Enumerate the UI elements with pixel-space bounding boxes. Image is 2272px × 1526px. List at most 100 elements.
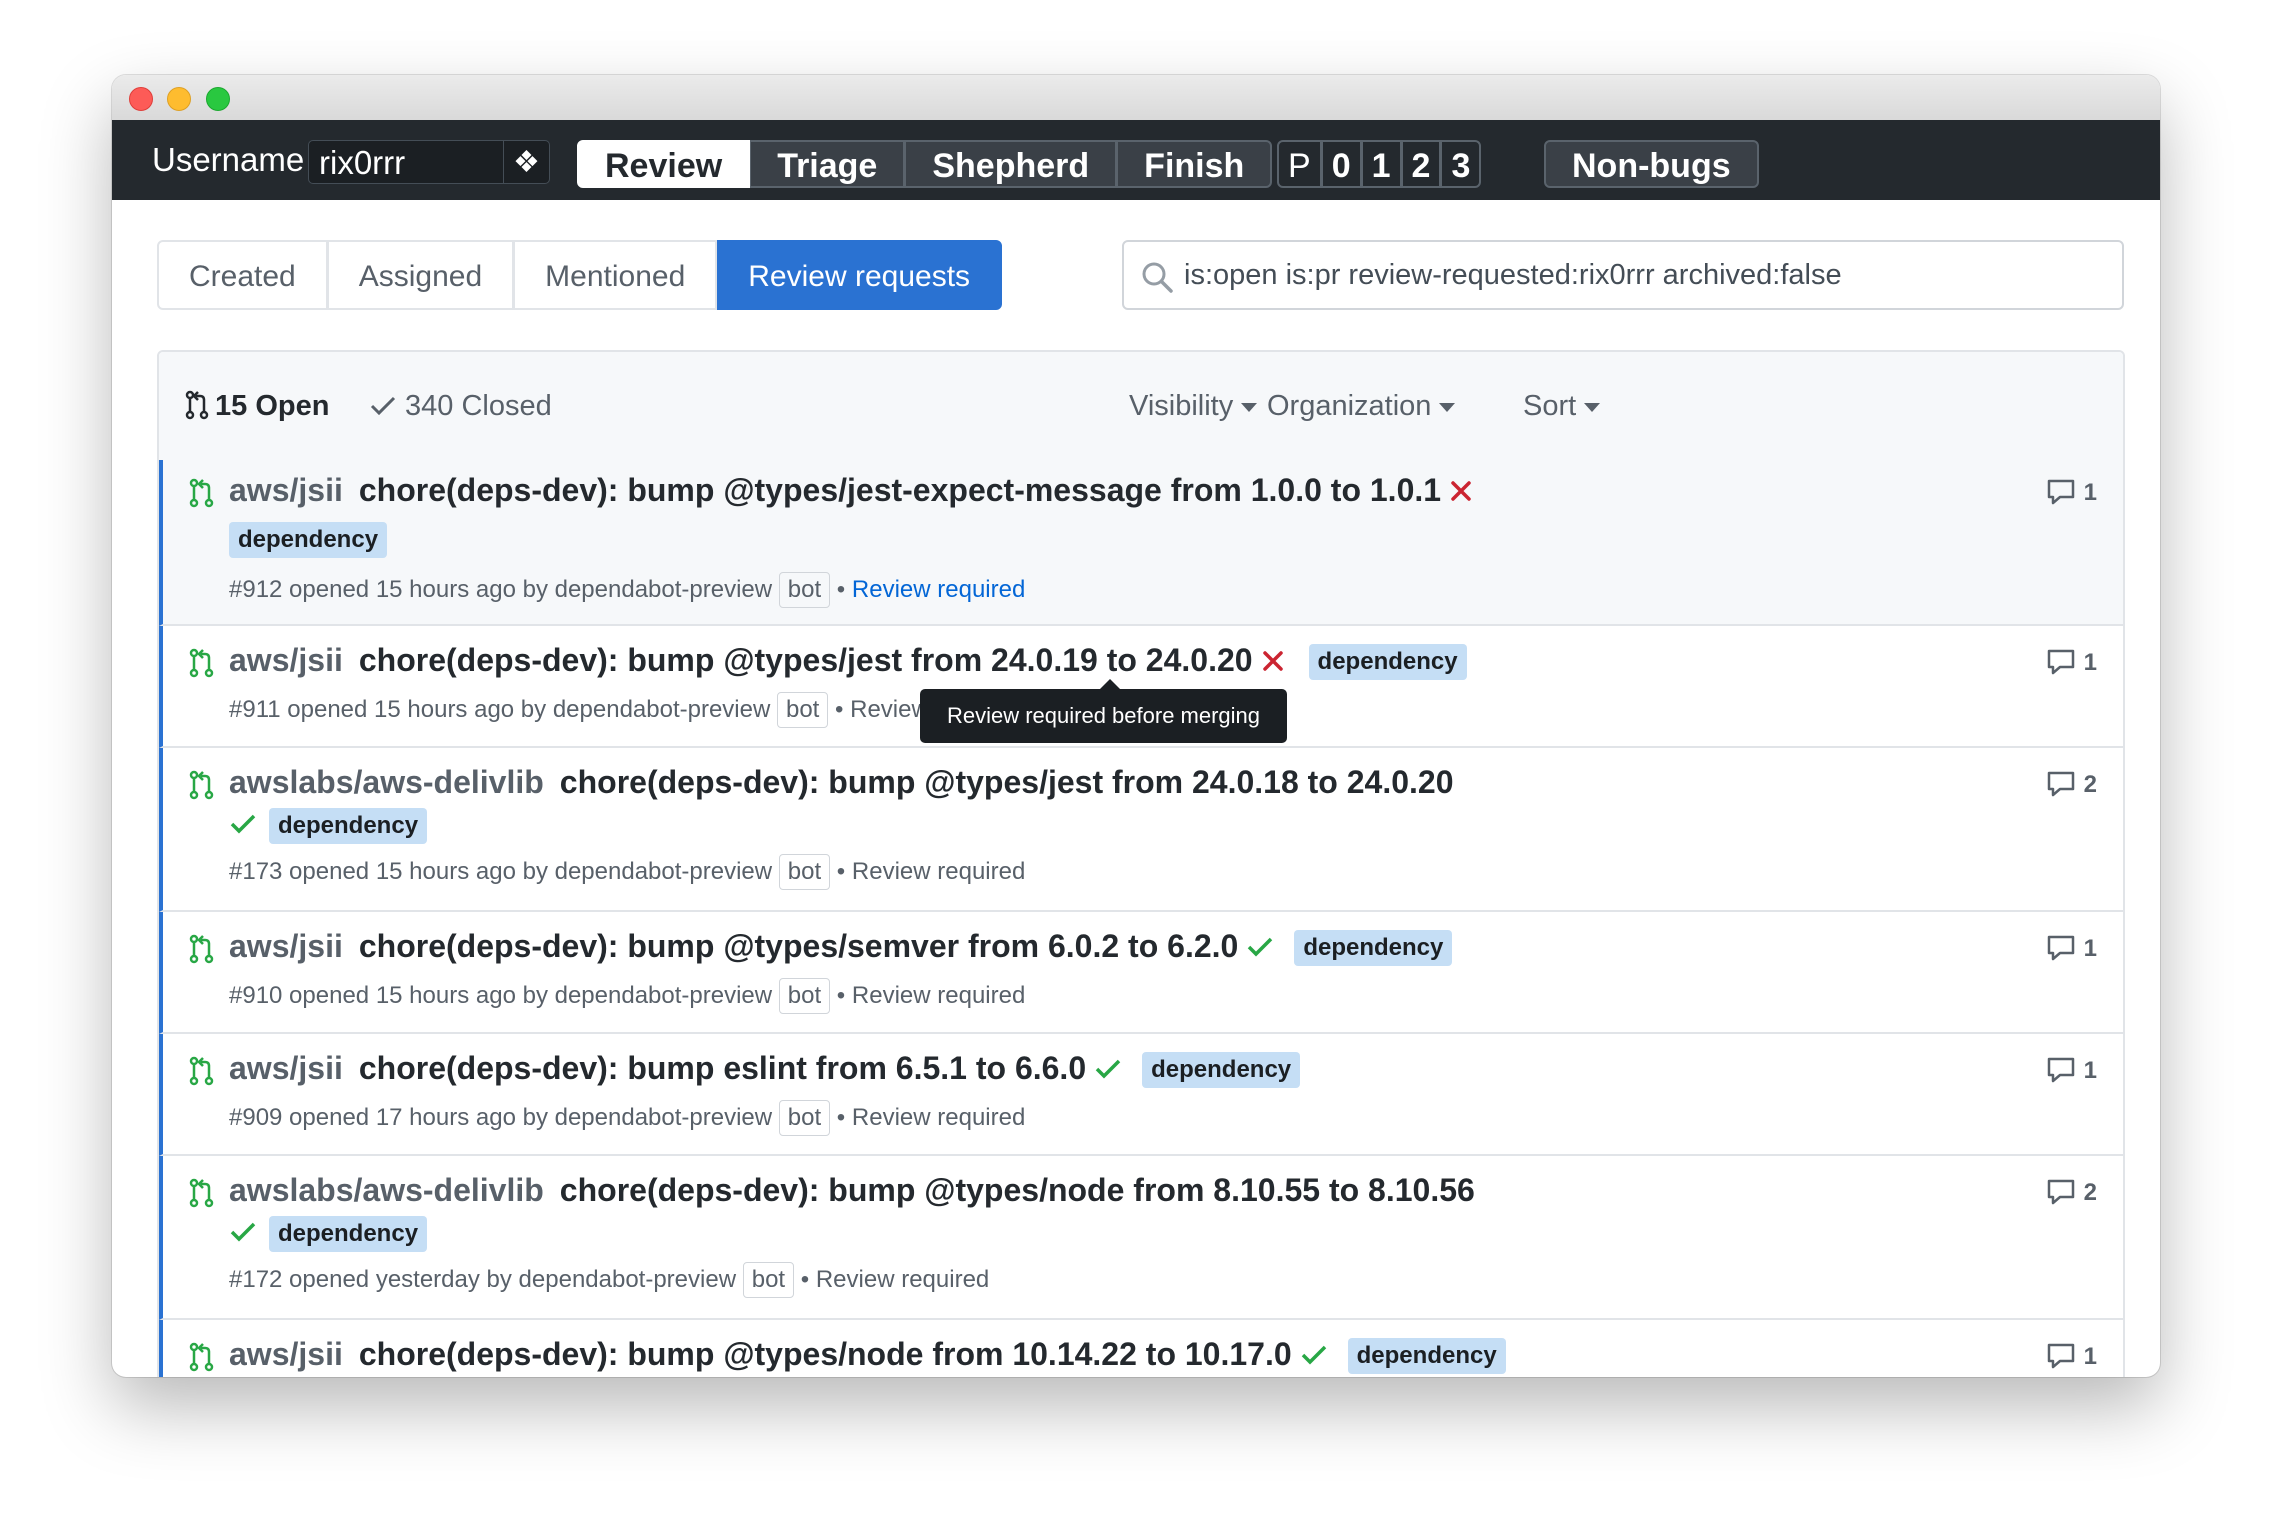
comment-count[interactable]: 1	[2046, 1056, 2097, 1085]
visibility-dropdown[interactable]: Visibility	[1129, 352, 1258, 460]
repo-link[interactable]: awslabs/aws-delivlib	[229, 764, 544, 801]
pr-meta-text: #173 opened 15 hours ago by dependabot-p…	[229, 858, 773, 885]
comment-icon	[2047, 935, 2074, 961]
diamond-icon[interactable]: ❖	[504, 140, 550, 184]
comment-count-value: 1	[2083, 1343, 2097, 1370]
comment-count-value: 1	[2083, 479, 2097, 506]
pr-title-link[interactable]: chore(deps-dev): bump @types/node from 8…	[560, 1172, 1475, 1209]
pr-meta: #173 opened 15 hours ago by dependabot-p…	[229, 854, 1025, 890]
comment-icon	[2047, 479, 2074, 505]
nonbugs-button[interactable]: Non-bugs	[1544, 140, 1759, 188]
bot-badge: bot	[742, 1262, 795, 1298]
comment-count[interactable]: 2	[2046, 770, 2097, 799]
ci-status[interactable]	[229, 812, 257, 841]
comment-count[interactable]: 1	[2046, 1342, 2097, 1371]
dependency-label[interactable]: dependency	[269, 808, 428, 844]
priority-3-button[interactable]: 3	[1441, 140, 1482, 188]
pr-meta: #910 opened 15 hours ago by dependabot-p…	[229, 978, 1025, 1014]
ci-status[interactable]	[229, 1220, 257, 1249]
pr-open-icon	[189, 770, 215, 805]
comment-count[interactable]: 2	[2046, 1178, 2097, 1207]
search-icon	[1142, 262, 1173, 293]
priority-filter: P 0 1 2 3	[1277, 140, 1482, 188]
minimize-window-button[interactable]	[167, 87, 191, 111]
priority-1-button[interactable]: 1	[1361, 140, 1402, 188]
tab-review-requests[interactable]: Review requests	[717, 240, 1003, 310]
ci-status[interactable]	[1449, 479, 1473, 508]
pr-row[interactable]: aws/jsii chore(deps-dev): bump @types/nod…	[159, 1320, 2123, 1377]
review-status-link[interactable]: Review required	[852, 858, 1025, 885]
pr-row[interactable]: awslabs/aws-delivlib chore(deps-dev): bum…	[159, 748, 2123, 912]
repo-link[interactable]: aws/jsii	[229, 1050, 343, 1087]
organization-dropdown[interactable]: Organization	[1267, 352, 1456, 460]
search-input[interactable]: is:open is:pr review-requested:rix0rrr a…	[1122, 240, 2124, 310]
repo-link[interactable]: awslabs/aws-delivlib	[229, 1172, 544, 1209]
app-window: Username rix0rrr ❖ Review Triage Shepher…	[112, 75, 2160, 1377]
check-icon	[370, 396, 396, 416]
tab-created[interactable]: Created	[157, 240, 328, 310]
pr-row[interactable]: aws/jsii chore(deps-dev): bump @types/sem…	[159, 912, 2123, 1034]
mode-triage-button[interactable]: Triage	[750, 140, 906, 188]
repo-link[interactable]: aws/jsii	[229, 928, 343, 965]
success-check-icon	[1095, 1059, 1121, 1079]
search-query: is:open is:pr review-requested:rix0rrr a…	[1184, 259, 1842, 291]
dependency-label[interactable]: dependency	[269, 1216, 428, 1252]
pr-row[interactable]: aws/jsii chore(deps-dev): bump eslint fro…	[159, 1034, 2123, 1156]
priority-2-button[interactable]: 2	[1401, 140, 1442, 188]
pr-row[interactable]: aws/jsii chore(deps-dev): bump @types/jes…	[159, 460, 2123, 626]
review-status-link[interactable]: Review required	[816, 1266, 989, 1293]
pr-meta: #912 opened 15 hours ago by dependabot-p…	[229, 572, 1025, 608]
dependency-label[interactable]: dependency	[1308, 644, 1467, 680]
pr-list: 15 Open 340 Closed Visibility Organizati…	[157, 350, 2125, 1377]
repo-link[interactable]: aws/jsii	[229, 642, 343, 679]
sort-dropdown[interactable]: Sort	[1523, 352, 1601, 460]
dependency-label[interactable]: dependency	[1347, 1338, 1506, 1374]
ci-status[interactable]	[1094, 1057, 1122, 1086]
pr-title-link[interactable]: chore(deps-dev): bump @types/node from 1…	[359, 1336, 1292, 1373]
open-count[interactable]: 15 Open	[185, 352, 329, 460]
priority-label: P	[1277, 140, 1322, 188]
closed-count[interactable]: 340 Closed	[369, 352, 552, 460]
ci-status[interactable]	[1246, 935, 1274, 964]
comment-count[interactable]: 1	[2046, 478, 2097, 507]
closed-count-label: 340 Closed	[405, 390, 552, 422]
mode-review-button[interactable]: Review	[577, 140, 751, 188]
pr-title-link[interactable]: chore(deps-dev): bump eslint from 6.5.1 …	[359, 1050, 1086, 1087]
pr-meta: #909 opened 17 hours ago by dependabot-p…	[229, 1100, 1025, 1136]
pr-meta-text: #909 opened 17 hours ago by dependabot-p…	[229, 1104, 773, 1131]
pr-title-link[interactable]: chore(deps-dev): bump @types/jest from 2…	[359, 642, 1253, 679]
pr-row[interactable]: awslabs/aws-delivlib chore(deps-dev): bum…	[159, 1156, 2123, 1320]
comment-count-value: 2	[2083, 771, 2097, 798]
review-status-link[interactable]: Review required	[852, 982, 1025, 1009]
dependency-label[interactable]: dependency	[1294, 930, 1453, 966]
comment-count[interactable]: 1	[2046, 934, 2097, 963]
review-tooltip: Review required before merging	[920, 679, 1287, 743]
comment-count[interactable]: 1	[2046, 648, 2097, 677]
pr-title-link[interactable]: chore(deps-dev): bump @types/jest-expect…	[359, 472, 1441, 509]
tab-mentioned[interactable]: Mentioned	[514, 240, 718, 310]
priority-0-button[interactable]: 0	[1321, 140, 1362, 188]
dependency-label[interactable]: dependency	[229, 522, 388, 558]
pr-meta-text: #912 opened 15 hours ago by dependabot-p…	[229, 576, 773, 603]
repo-link[interactable]: aws/jsii	[229, 1336, 343, 1373]
review-status-link[interactable]: Review required	[852, 576, 1025, 603]
bot-badge: bot	[778, 978, 831, 1014]
review-status-link[interactable]: Review required	[852, 1104, 1025, 1131]
mode-finish-button[interactable]: Finish	[1117, 140, 1273, 188]
ci-status[interactable]	[1261, 649, 1285, 678]
tab-assigned[interactable]: Assigned	[327, 240, 515, 310]
close-window-button[interactable]	[129, 87, 153, 111]
comment-count-value: 1	[2083, 935, 2097, 962]
username-input[interactable]: rix0rrr	[308, 140, 504, 184]
bot-badge: bot	[776, 692, 829, 728]
repo-link[interactable]: aws/jsii	[229, 472, 343, 509]
pr-open-icon	[189, 1178, 215, 1213]
mode-shepherd-button[interactable]: Shepherd	[905, 140, 1118, 188]
top-toolbar: Username rix0rrr ❖ Review Triage Shepher…	[112, 120, 2160, 200]
pr-title-link[interactable]: chore(deps-dev): bump @types/semver from…	[359, 928, 1238, 965]
dependency-label[interactable]: dependency	[1142, 1052, 1301, 1088]
window-titlebar	[112, 75, 2160, 121]
ci-status[interactable]	[1300, 1343, 1328, 1372]
zoom-window-button[interactable]	[206, 87, 230, 111]
pr-title-link[interactable]: chore(deps-dev): bump @types/jest from 2…	[560, 764, 1454, 801]
